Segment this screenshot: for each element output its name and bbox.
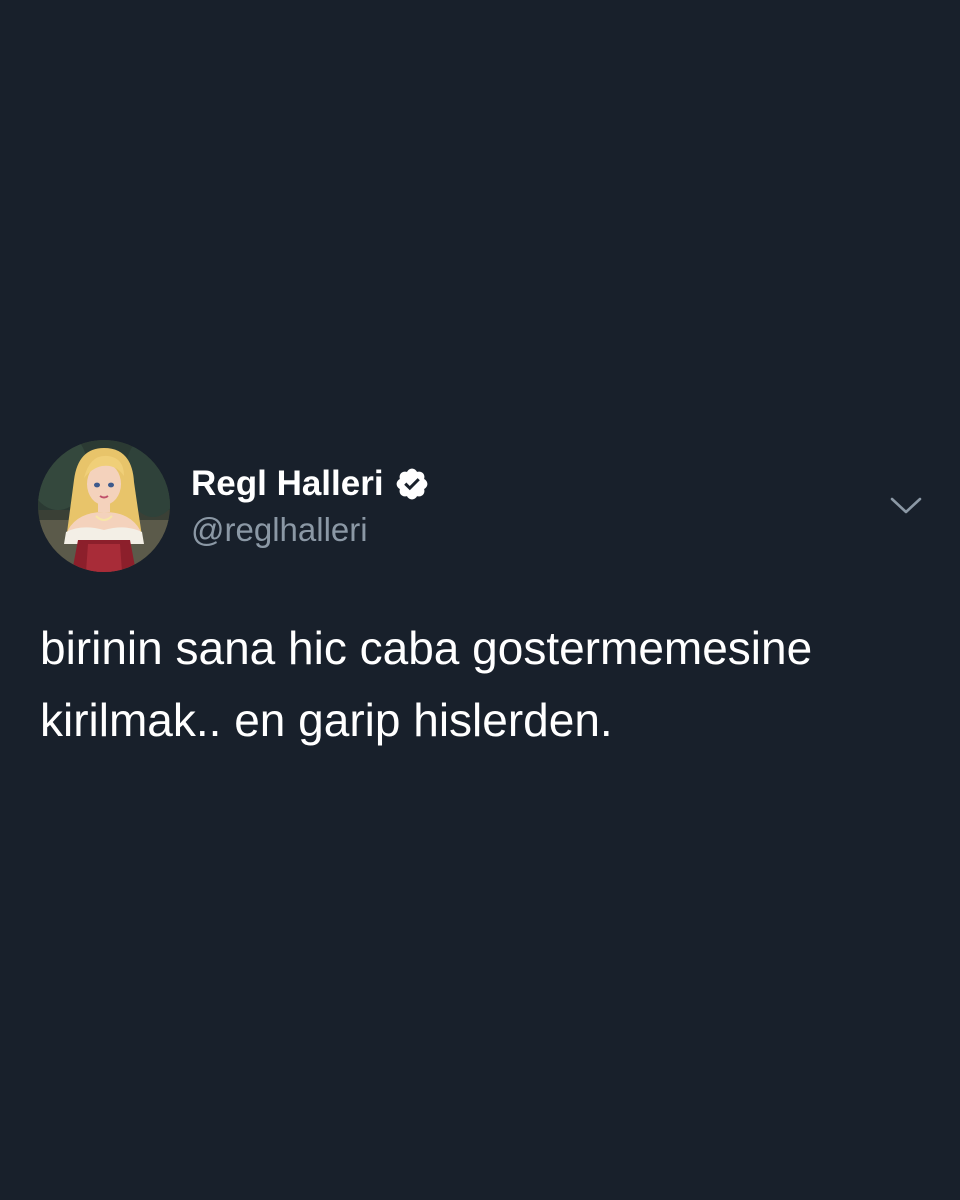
author-display-name[interactable]: Regl Halleri [191,460,384,508]
avatar[interactable] [38,440,170,572]
avatar-image [38,440,170,572]
tweet-text-line: birinin sana hic caba gostermemesine [40,622,813,674]
chevron-down-icon[interactable] [888,490,924,520]
author-handle[interactable]: @reglhalleri [191,508,368,552]
tweet-text-line: kirilmak.. en garip hislerden. [40,694,613,746]
tweet-card: Regl Halleri @reglhalleri birinin sana h… [0,0,960,1200]
tweet-text: birinin sana hic caba gostermemesine kir… [40,612,940,756]
verified-badge-icon [394,466,430,502]
author-name-row: Regl Halleri [191,460,430,508]
